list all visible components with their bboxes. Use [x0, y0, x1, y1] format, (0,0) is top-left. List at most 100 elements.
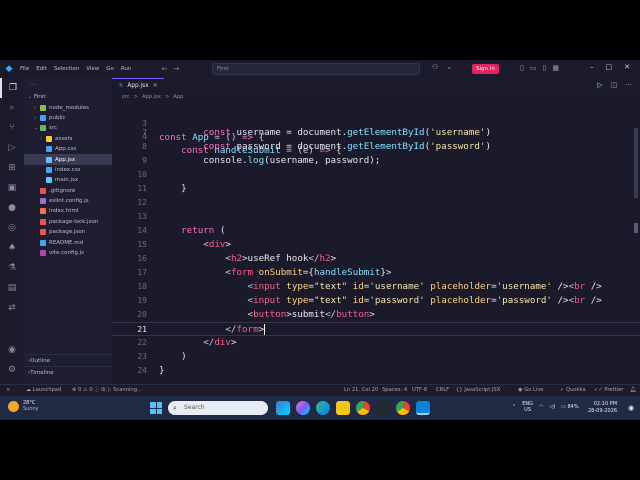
split-editor-icon[interactable]: ◫	[611, 81, 618, 89]
copilot-app-icon[interactable]	[296, 401, 310, 415]
tree-item[interactable]: › assets	[24, 134, 112, 144]
toggle-sidebar-icon[interactable]: ▯	[520, 64, 524, 72]
tree-item[interactable]: package-lock.json	[24, 217, 112, 227]
tree-item[interactable]: › node_modules	[24, 102, 112, 112]
chevron-down-icon[interactable]: ⌄	[446, 63, 452, 71]
encoding[interactable]: UTF-8	[412, 385, 427, 396]
code-line[interactable]: 20 <button>submit</button>	[112, 308, 640, 322]
notifications-bell-icon[interactable]: 🔔︎	[630, 385, 637, 396]
sign-in-button[interactable]: Sign In	[472, 64, 499, 74]
menu-selection[interactable]: Selection	[54, 66, 79, 72]
search-icon[interactable]: ⌕	[0, 98, 24, 118]
sticky-line[interactable]: 3 const App = () => {	[112, 103, 640, 143]
code-line[interactable]: 9 console.log(username, password);	[112, 154, 640, 168]
problems-item[interactable]: ⊗ 0 ⚠ 0 ⓘ 0	[72, 385, 104, 396]
quokka-item[interactable]: ✓ Quokka	[560, 385, 586, 396]
tree-item[interactable]: › public	[24, 113, 112, 123]
back-arrow-icon[interactable]: ←	[161, 65, 167, 73]
minimize-icon[interactable]: –	[590, 63, 594, 71]
testing-icon[interactable]: ⚗	[0, 258, 24, 278]
copilot-icon[interactable]: ⚇	[432, 63, 438, 71]
language-mode[interactable]: {} JavaScript JSX	[456, 385, 500, 396]
customize-layout-icon[interactable]: ▦	[552, 64, 559, 72]
github-desktop-icon[interactable]	[376, 401, 390, 415]
chrome-icon[interactable]	[356, 401, 370, 415]
account-icon[interactable]: ◉	[0, 340, 24, 360]
tab-app-jsx[interactable]: ⚛ App.jsx ✕	[112, 78, 164, 92]
code-line[interactable]: 8 const password = document.getElementBy…	[112, 140, 640, 154]
scrollbar-thumb[interactable]	[634, 128, 638, 198]
extensions-icon[interactable]: ⊞	[0, 158, 24, 178]
launchpad-item[interactable]: ☁ Launchpad	[26, 385, 61, 396]
tree-item[interactable]: vite.config.js	[24, 248, 112, 258]
tree-item[interactable]: README.md	[24, 237, 112, 247]
tree-item[interactable]: eslint.config.js	[24, 196, 112, 206]
task-view-icon[interactable]	[276, 401, 290, 415]
toggle-secondary-sidebar-icon[interactable]: ▯	[542, 64, 546, 72]
code-line[interactable]: 14 return (	[112, 224, 640, 238]
command-center-search[interactable]: First	[212, 63, 420, 75]
battery-indicator[interactable]: ▭ 84%	[561, 404, 578, 410]
menu-edit[interactable]: Edit	[36, 66, 47, 72]
code-line[interactable]: 11 }	[112, 182, 640, 196]
remote-indicator-icon[interactable]: ⨯	[6, 385, 10, 396]
start-windows-icon[interactable]	[150, 402, 162, 414]
prettier-item[interactable]: ✓✓ Prettier	[594, 385, 623, 396]
language-indicator[interactable]: ENG US	[522, 401, 533, 413]
code-line[interactable]: 7 const username = document.getElementBy…	[112, 126, 640, 140]
tree-item[interactable]: .gitignore	[24, 186, 112, 196]
tree-item[interactable]: package.json	[24, 227, 112, 237]
explorer-icon[interactable]: ❐	[0, 78, 24, 98]
vscode-taskbar-icon[interactable]	[416, 401, 430, 415]
edge-browser-icon[interactable]	[316, 401, 330, 415]
code-line[interactable]: 22 </div>	[112, 336, 640, 350]
indentation[interactable]: Spaces: 4	[382, 385, 407, 396]
file-explorer-icon[interactable]	[336, 401, 350, 415]
code-line[interactable]: 10	[112, 168, 640, 182]
code-line[interactable]: 21 </form>	[112, 322, 640, 336]
notification-center-icon[interactable]: ◉	[628, 404, 634, 412]
chrome-profile-icon[interactable]	[396, 401, 410, 415]
docker-icon[interactable]: ▤	[0, 278, 24, 298]
breadcrumb-file[interactable]: App.jsx	[142, 94, 161, 100]
source-control-icon[interactable]: ⑂	[0, 118, 24, 138]
tree-item[interactable]: App.jsx	[24, 154, 112, 165]
quokka-icon[interactable]: ◎	[0, 218, 24, 238]
github-icon[interactable]: ●	[0, 198, 24, 218]
tree-item[interactable]: index.html	[24, 206, 112, 216]
code-line[interactable]: 15 <div>	[112, 238, 640, 252]
run-file-icon[interactable]: ▷	[597, 81, 602, 89]
tray-chevron-icon[interactable]: ⌃	[512, 404, 516, 410]
close-tab-icon[interactable]: ✕	[153, 82, 158, 89]
go-live-button[interactable]: ◉ Go Live	[518, 385, 544, 396]
forward-arrow-icon[interactable]: →	[173, 65, 179, 73]
code-line[interactable]: 24}	[112, 364, 640, 378]
line-ending[interactable]: CRLF	[436, 385, 449, 396]
menu-file[interactable]: File	[20, 66, 29, 72]
toggle-panel-icon[interactable]: ▭	[530, 64, 537, 72]
live-share-icon[interactable]: ⇄	[0, 298, 24, 318]
taskbar-search[interactable]: ⌕ Search	[168, 401, 268, 415]
menu-view[interactable]: View	[86, 66, 99, 72]
menu-run[interactable]: Run	[121, 66, 132, 72]
timeline-section[interactable]: › Timeline	[24, 366, 112, 378]
mongodb-icon[interactable]: ♠	[0, 238, 24, 258]
code-line[interactable]: 12	[112, 196, 640, 210]
wifi-icon[interactable]: ◠	[539, 404, 543, 410]
tree-item[interactable]: index.css	[24, 165, 112, 175]
code-line[interactable]: 23 )	[112, 350, 640, 364]
clock[interactable]: 02:10 PM 28-09-2026	[588, 401, 617, 415]
tree-item[interactable]: ⌄ src	[24, 123, 112, 133]
tree-item[interactable]: main.jsx	[24, 175, 112, 185]
maximize-icon[interactable]: □	[606, 63, 613, 71]
code-line[interactable]: 17 <form onSubmit={handleSubmit}>	[112, 266, 640, 280]
close-window-icon[interactable]: ✕	[624, 63, 630, 71]
code-editor[interactable]: 3 const App = () => { 4 const handleSubm…	[112, 102, 640, 384]
cursor-position[interactable]: Ln 21, Col 20	[344, 385, 378, 396]
code-line[interactable]: 19 <input type="text" id='password' plac…	[112, 294, 640, 308]
volume-icon[interactable]: ◁)	[549, 404, 555, 410]
breadcrumb-src[interactable]: src	[122, 94, 130, 100]
weather-widget[interactable]: 28°C Sunny	[8, 400, 39, 412]
more-actions-icon[interactable]: ···	[625, 81, 632, 89]
breadcrumb-symbol[interactable]: App	[173, 94, 183, 100]
